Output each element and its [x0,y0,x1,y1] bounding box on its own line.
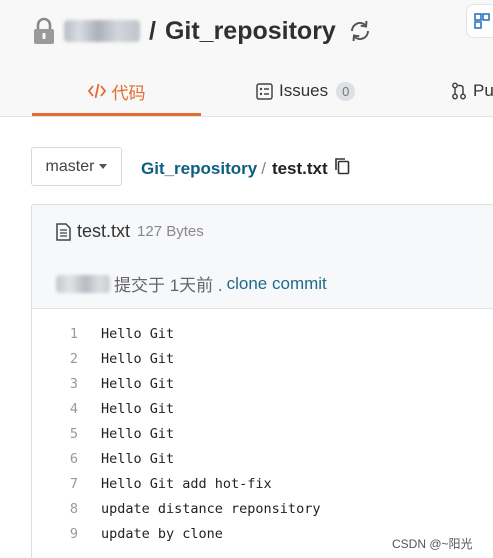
line-content: Hello Git [101,400,175,417]
line-content: Hello Git [101,425,175,442]
line-number[interactable]: 3 [32,376,78,392]
tab-pull-requests[interactable]: Pu [451,68,493,114]
repo-title: / Git_repository [32,14,374,48]
qr-code-button[interactable] [466,4,493,38]
qr-code-icon [474,13,490,29]
repo-name-link[interactable]: Git_repository [165,17,336,46]
owner-name-redacted[interactable] [64,20,140,42]
tab-pull-requests-label: Pu [473,81,493,100]
tab-issues-label: Issues [279,81,329,100]
code-line: 8 update distance reponsitory [32,496,493,521]
commit-message-link[interactable]: clone commit [227,274,327,294]
last-commit: 提交于 1天前 . clone commit [56,271,327,296]
file-icon [56,222,71,241]
commit-meta: 提交于 1天前 . [114,276,223,295]
line-content: update distance reponsitory [101,500,321,517]
copy-icon[interactable] [334,157,350,180]
breadcrumb: Git_repository / test.txt [141,157,350,180]
file-viewer: test.txt 127 Bytes 提交于 1天前 . clone commi… [31,204,493,558]
watermark: CSDN @~阳光 [392,537,473,551]
file-name: test.txt [77,221,131,241]
lock-icon [32,16,56,46]
code-line: 7 Hello Git add hot-fix [32,471,493,496]
code-line: 6 Hello Git [32,446,493,471]
code-line: 2 Hello Git [32,346,493,371]
breadcrumb-separator: / [261,158,266,178]
issues-count-badge: 0 [336,81,356,101]
file-content: 1 Hello Git 2 Hello Git 3 Hello Git 4 Hello Git… [32,321,493,546]
active-tab-indicator [32,113,201,116]
code-line: 1 Hello Git [32,321,493,346]
chevron-down-icon [99,164,108,169]
line-content: Hello Git [101,325,175,342]
branch-select[interactable]: master [31,147,122,186]
repo-tabs: 代码 Issues 0 Pu [0,68,493,117]
code-line: 5 Hello Git [32,421,493,446]
line-number[interactable]: 9 [32,526,78,542]
line-content: Hello Git [101,450,175,467]
tab-code[interactable]: 代码 [32,68,201,114]
title-separator: / [149,16,156,45]
line-content: Hello Git add hot-fix [101,475,272,492]
file-info: test.txt 127 Bytes [56,221,204,242]
tab-issues[interactable]: Issues 0 [256,68,356,114]
line-number[interactable]: 6 [32,451,78,467]
sync-icon[interactable] [346,17,374,45]
line-number[interactable]: 7 [32,476,78,492]
file-header: test.txt 127 Bytes 提交于 1天前 . clone commi… [32,205,493,309]
code-line: 4 Hello Git [32,396,493,421]
code-line: 3 Hello Git [32,371,493,396]
line-number[interactable]: 4 [32,401,78,417]
breadcrumb-repo-link[interactable]: Git_repository [141,159,257,179]
pull-request-icon [452,82,466,100]
line-content: Hello Git [101,350,175,367]
line-number[interactable]: 2 [32,351,78,367]
code-icon [87,83,106,99]
line-number[interactable]: 8 [32,501,78,517]
line-content: Hello Git [101,375,175,392]
file-size: 127 Bytes [137,223,204,240]
line-number[interactable]: 5 [32,426,78,442]
line-content: update by clone [101,525,223,542]
committer-name-redacted[interactable] [56,274,110,293]
branch-label: master [45,157,95,175]
issues-icon [256,82,273,100]
tab-code-label: 代码 [111,83,146,103]
breadcrumb-file: test.txt [271,158,328,178]
repo-header: / Git_repository 代码 Issues 0 Pu [0,0,493,117]
line-number[interactable]: 1 [32,326,78,342]
